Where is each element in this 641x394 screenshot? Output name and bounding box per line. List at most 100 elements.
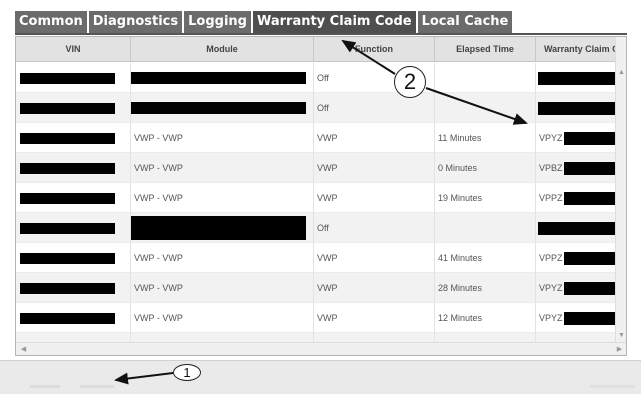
tab-logging[interactable]: Logging: [184, 11, 251, 33]
claim-code-redaction: [538, 72, 616, 85]
claim-code-redaction: [564, 312, 616, 325]
cell-module: [131, 93, 314, 123]
cell-elapsed: [435, 213, 536, 243]
vertical-scrollbar[interactable]: ▲ ▼: [615, 37, 626, 343]
cell-function: VWP: [314, 243, 435, 273]
function-text: VWP: [317, 133, 338, 143]
cell-claim: VPBZ: [536, 153, 616, 183]
elapsed-text: 0 Minutes: [438, 163, 478, 173]
cell-vin: [16, 213, 131, 243]
cell-module: VWP - VWP: [131, 123, 314, 153]
column-header-module[interactable]: Module: [131, 37, 314, 62]
vin-redaction: [20, 313, 115, 324]
tab-local-cache[interactable]: Local Cache: [417, 11, 513, 33]
cell-module: VWP - VWP: [131, 303, 314, 333]
tab-diagnostics[interactable]: Diagnostics: [88, 11, 183, 33]
elapsed-text: 12 Minutes: [438, 313, 483, 323]
scroll-right-icon[interactable]: ▶: [614, 343, 625, 355]
table-row[interactable]: Off: [16, 213, 616, 243]
module-text: VWP - VWP: [134, 193, 183, 203]
claim-text: VPBZ: [539, 163, 563, 173]
function-text: VWP: [317, 193, 338, 203]
table-row[interactable]: VWP - VWP VWP 28 Minutes VPYZ: [16, 273, 616, 303]
claim-code-redaction: [538, 102, 616, 115]
column-header-elapsed-time[interactable]: Elapsed Time: [435, 37, 536, 62]
cell-elapsed: 0 Minutes: [435, 153, 536, 183]
callout-number-2: 2: [394, 66, 426, 98]
scroll-up-icon[interactable]: ▲: [616, 67, 626, 78]
claim-text: VPYZ: [539, 133, 563, 143]
elapsed-text: 11 Minutes: [438, 133, 482, 143]
vin-redaction: [20, 73, 115, 84]
scroll-down-icon[interactable]: ▼: [616, 330, 626, 341]
vin-redaction: [20, 253, 115, 264]
vin-redaction: [20, 133, 115, 144]
cell-vin: [16, 243, 131, 273]
claim-code-redaction: [564, 192, 616, 205]
function-text: VWP: [317, 163, 338, 173]
claim-code-redaction: [564, 132, 616, 145]
cell-function: VWP: [314, 123, 435, 153]
table-row[interactable]: Off: [16, 63, 616, 93]
module-text: VWP - VWP: [134, 133, 183, 143]
cell-module: [131, 213, 314, 243]
cell-vin: [16, 123, 131, 153]
claim-text: VPPZ: [539, 193, 563, 203]
cell-claim: VPPZ: [536, 183, 616, 213]
cell-module: VWP - VWP: [131, 183, 314, 213]
cell-claim: [536, 63, 616, 93]
tab-warranty-claim-code[interactable]: Warranty Claim Code: [252, 11, 416, 33]
cell-vin: [16, 153, 131, 183]
module-text: VWP - VWP: [134, 163, 183, 173]
cell-function: VWP: [314, 273, 435, 303]
cell-module: VWP - VWP: [131, 273, 314, 303]
cell-elapsed: 11 Minutes: [435, 123, 536, 153]
tab-underline: [15, 33, 627, 35]
scroll-left-icon[interactable]: ◀: [18, 343, 29, 355]
table-row[interactable]: VWP - VWP VWP 19 Minutes VPPZ: [16, 183, 616, 213]
tab-common[interactable]: Common: [15, 11, 87, 33]
column-header-function[interactable]: Function: [314, 37, 435, 62]
claim-code-redaction: [564, 252, 616, 265]
module-text: VWP - VWP: [134, 253, 183, 263]
cell-elapsed: [435, 93, 536, 123]
cell-claim: VPYZ: [536, 273, 616, 303]
callout-number-1: 1: [173, 364, 201, 381]
function-text: Off: [317, 73, 329, 83]
claim-text: VPYZ: [539, 283, 563, 293]
status-text-faded: [30, 385, 60, 388]
table-row[interactable]: VWP - VWP VWP 12 Minutes VPYZ: [16, 303, 616, 333]
table-row[interactable]: Off: [16, 93, 616, 123]
grid-body: Off Off VWP - VWP VWP 11 Minutes VPYZ VWP - VW…: [16, 63, 616, 343]
claim-code-redaction: [564, 282, 616, 295]
column-header-warranty-claim-code[interactable]: Warranty Claim Code: [536, 37, 626, 62]
function-text: VWP: [317, 313, 338, 323]
elapsed-text: 19 Minutes: [438, 193, 483, 203]
status-bar: [0, 360, 641, 394]
table-row[interactable]: VWP - VWP VWP 41 Minutes VPPZ: [16, 243, 616, 273]
cell-elapsed: 28 Minutes: [435, 273, 536, 303]
cell-function: VWP: [314, 183, 435, 213]
function-text: VWP: [317, 253, 338, 263]
horizontal-scrollbar[interactable]: ◀ ▶: [16, 342, 626, 355]
table-row[interactable]: VWP - VWP VWP 0 Minutes VPBZ: [16, 153, 616, 183]
status-text-faded: [80, 385, 114, 388]
cell-vin: [16, 183, 131, 213]
cell-module: [131, 63, 314, 93]
cell-function: Off: [314, 93, 435, 123]
cell-function: VWP: [314, 153, 435, 183]
cell-module: VWP - VWP: [131, 153, 314, 183]
cell-claim: [536, 93, 616, 123]
grid-header: VIN Module Function Elapsed Time Warrant…: [16, 37, 626, 62]
cell-function: Off: [314, 213, 435, 243]
claim-code-redaction: [538, 222, 616, 235]
warranty-claim-grid[interactable]: VIN Module Function Elapsed Time Warrant…: [15, 36, 627, 356]
module-redaction: [131, 102, 306, 114]
cell-claim: VPYZ: [536, 123, 616, 153]
column-header-vin[interactable]: VIN: [16, 37, 131, 62]
table-row[interactable]: VWP - VWP VWP 11 Minutes VPYZ: [16, 123, 616, 153]
module-text: VWP - VWP: [134, 283, 183, 293]
cell-module: VWP - VWP: [131, 243, 314, 273]
cell-vin: [16, 93, 131, 123]
cell-vin: [16, 63, 131, 93]
